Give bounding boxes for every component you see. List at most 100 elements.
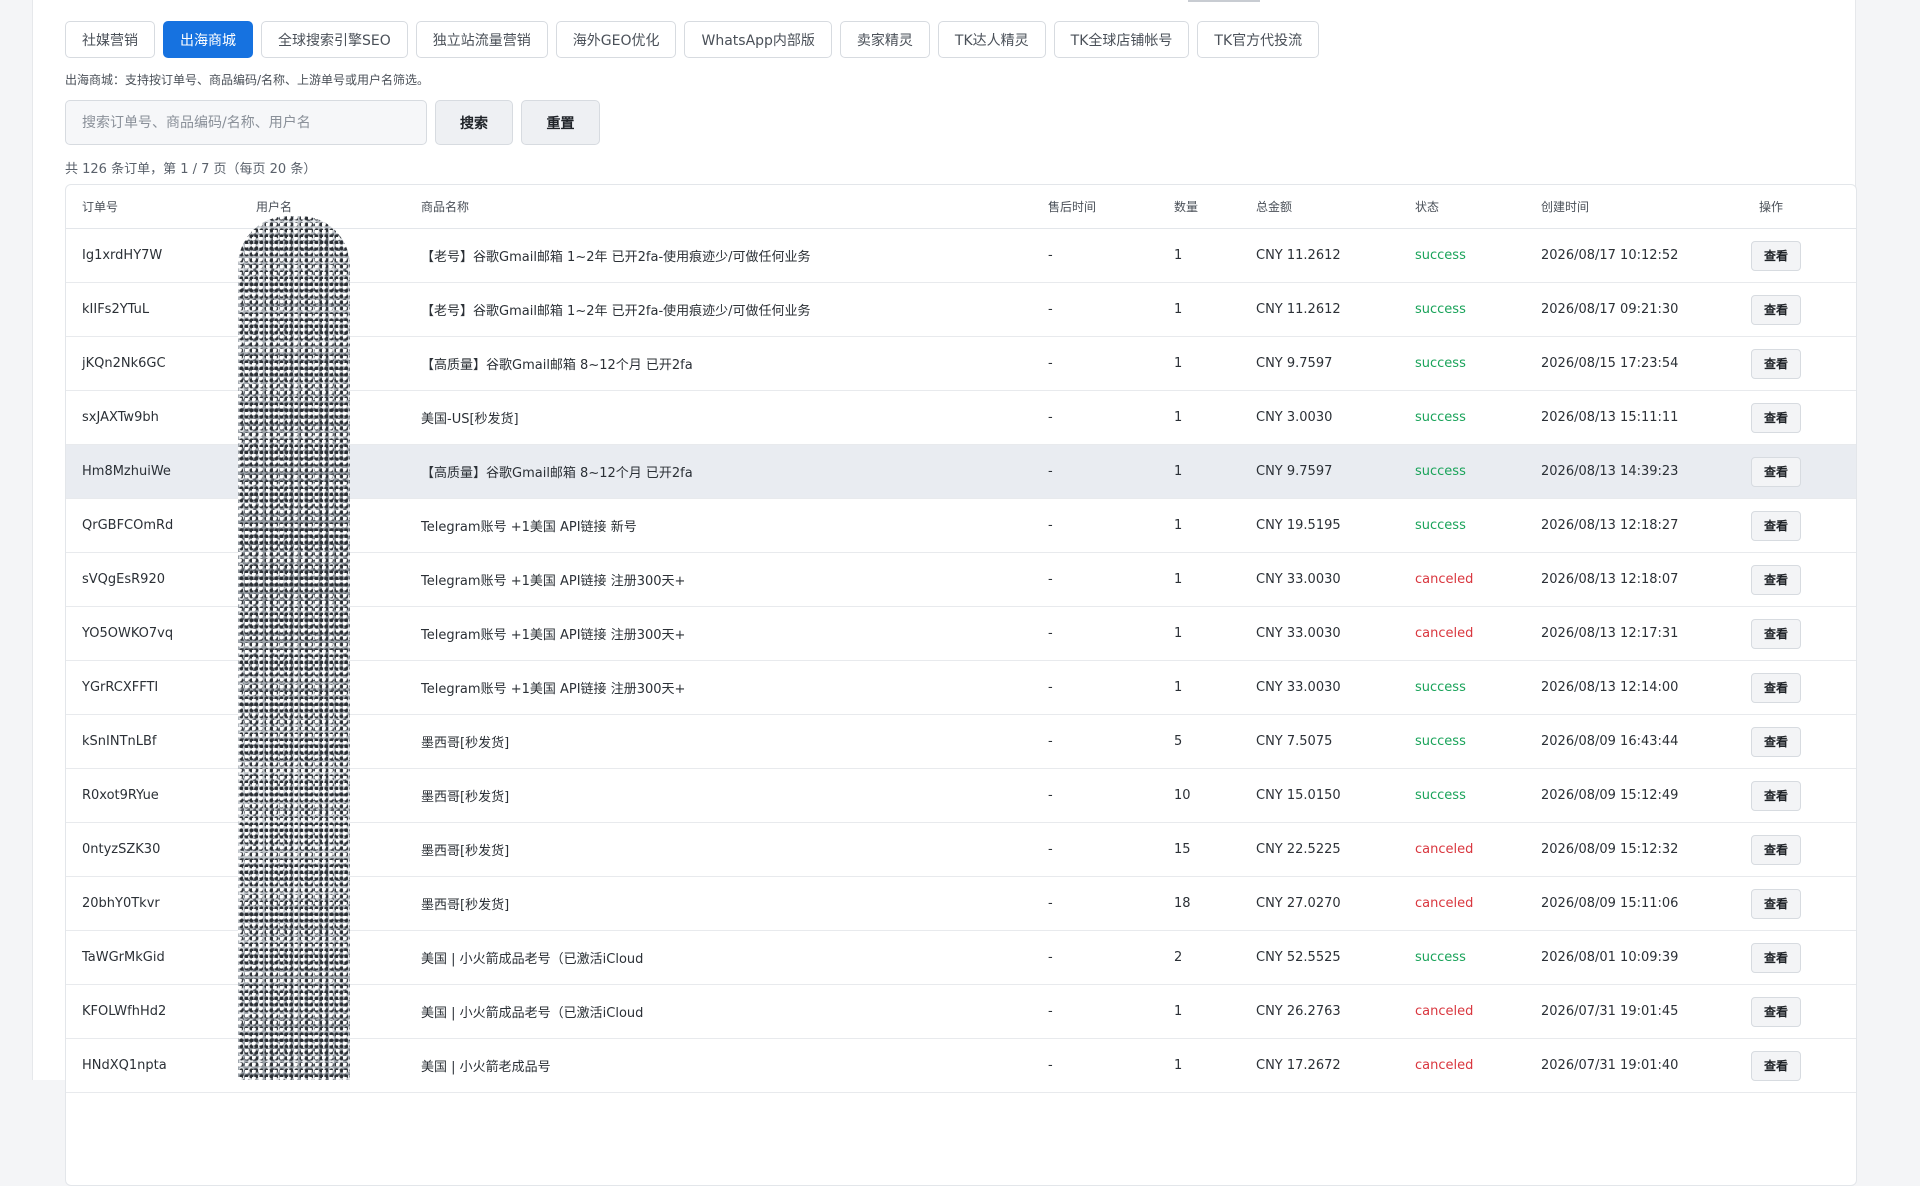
order-id: HNdXQ1npta: [66, 1038, 240, 1093]
order-id: TaWGrMkGid: [66, 930, 240, 985]
status-text: success: [1399, 660, 1525, 715]
quantity: 1: [1158, 390, 1240, 445]
created-time: 2026/08/09 15:11:06: [1525, 876, 1743, 931]
actions-cell: 查看: [1743, 336, 1856, 391]
view-button[interactable]: 查看: [1751, 240, 1801, 271]
created-time: 2026/08/13 12:18:27: [1525, 498, 1743, 553]
view-button[interactable]: 查看: [1751, 996, 1801, 1027]
created-time: 2026/08/09 15:12:32: [1525, 822, 1743, 877]
quantity: 1: [1158, 336, 1240, 391]
after-sale-time: -: [1032, 336, 1158, 391]
view-button[interactable]: 查看: [1751, 564, 1801, 595]
after-sale-time: -: [1032, 1038, 1158, 1093]
quantity: 1: [1158, 1038, 1240, 1093]
view-button[interactable]: 查看: [1751, 456, 1801, 487]
quantity: 5: [1158, 714, 1240, 769]
actions-cell: 查看: [1743, 444, 1856, 499]
tab-0[interactable]: 社媒营销: [65, 21, 155, 58]
product-name: 墨西哥[秒发货]: [405, 768, 1032, 823]
tab-6[interactable]: 卖家精灵: [839, 21, 930, 58]
tab-3[interactable]: 独立站流量营销: [415, 21, 548, 58]
view-button[interactable]: 查看: [1751, 402, 1801, 433]
search-button[interactable]: 搜索: [435, 100, 513, 145]
quantity: 18: [1158, 876, 1240, 931]
created-time: 2026/08/17 09:21:30: [1525, 282, 1743, 337]
tab-7[interactable]: TK达人精灵: [937, 21, 1046, 58]
column-header: 数量: [1158, 185, 1240, 229]
order-id: Ig1xrdHY7W: [66, 228, 240, 283]
created-time: 2026/08/13 15:11:11: [1525, 390, 1743, 445]
view-button[interactable]: 查看: [1751, 618, 1801, 649]
status-text: success: [1399, 228, 1525, 283]
view-button[interactable]: 查看: [1751, 726, 1801, 757]
after-sale-time: -: [1032, 984, 1158, 1039]
product-name: 【高质量】谷歌Gmail邮箱 8~12个月 已开2fa: [405, 336, 1032, 391]
view-button[interactable]: 查看: [1751, 672, 1801, 703]
quantity: 1: [1158, 228, 1240, 283]
tab-8[interactable]: TK全球店铺帐号: [1053, 21, 1190, 58]
created-time: 2026/08/13 14:39:23: [1525, 444, 1743, 499]
quantity: 1: [1158, 660, 1240, 715]
quantity: 1: [1158, 984, 1240, 1039]
order-id: sxJAXTw9bh: [66, 390, 240, 445]
product-name: 美国 | 小火箭成品老号（已激活iCloud: [405, 984, 1032, 1039]
status-text: success: [1399, 930, 1525, 985]
after-sale-time: -: [1032, 714, 1158, 769]
status-text: success: [1399, 336, 1525, 391]
view-button[interactable]: 查看: [1751, 834, 1801, 865]
created-time: 2026/08/01 10:09:39: [1525, 930, 1743, 985]
quantity: 1: [1158, 444, 1240, 499]
created-time: 2026/08/13 12:17:31: [1525, 606, 1743, 661]
view-button[interactable]: 查看: [1751, 888, 1801, 919]
total-amount: CNY 9.7597: [1240, 444, 1399, 499]
total-amount: CNY 22.5225: [1240, 822, 1399, 877]
after-sale-time: -: [1032, 228, 1158, 283]
quantity: 1: [1158, 498, 1240, 553]
after-sale-time: -: [1032, 876, 1158, 931]
tab-5[interactable]: WhatsApp内部版: [684, 21, 832, 58]
column-header: 售后时间: [1032, 185, 1158, 229]
total-amount: CNY 11.2612: [1240, 282, 1399, 337]
actions-cell: 查看: [1743, 282, 1856, 337]
quantity: 10: [1158, 768, 1240, 823]
total-amount: CNY 33.0030: [1240, 660, 1399, 715]
after-sale-time: -: [1032, 444, 1158, 499]
view-button[interactable]: 查看: [1751, 780, 1801, 811]
actions-cell: 查看: [1743, 930, 1856, 985]
product-name: 【老号】谷歌Gmail邮箱 1~2年 已开2fa-使用痕迹少/可做任何业务: [405, 282, 1032, 337]
view-button[interactable]: 查看: [1751, 294, 1801, 325]
column-header: 状态: [1399, 185, 1525, 229]
tab-2[interactable]: 全球搜索引擎SEO: [261, 21, 408, 58]
created-time: 2026/08/09 16:43:44: [1525, 714, 1743, 769]
search-input[interactable]: [65, 100, 427, 145]
after-sale-time: -: [1032, 822, 1158, 877]
tab-1[interactable]: 出海商城: [163, 21, 253, 58]
product-name: 【老号】谷歌Gmail邮箱 1~2年 已开2fa-使用痕迹少/可做任何业务: [405, 228, 1032, 283]
after-sale-time: -: [1032, 660, 1158, 715]
order-id: 20bhY0Tkvr: [66, 876, 240, 931]
column-header: 订单号: [66, 185, 240, 229]
total-amount: CNY 19.5195: [1240, 498, 1399, 553]
status-text: canceled: [1399, 984, 1525, 1039]
view-button[interactable]: 查看: [1751, 510, 1801, 541]
reset-button[interactable]: 重置: [521, 100, 600, 145]
view-button[interactable]: 查看: [1751, 1050, 1801, 1081]
tab-4[interactable]: 海外GEO优化: [555, 21, 677, 58]
total-amount: CNY 7.5075: [1240, 714, 1399, 769]
view-button[interactable]: 查看: [1751, 348, 1801, 379]
quantity: 1: [1158, 606, 1240, 661]
order-id: kIIFs2YTuL: [66, 282, 240, 337]
table-header: 订单号 用户名 商品名称 售后时间 数量 总金额 状态 创建时间 操作: [66, 185, 1856, 229]
actions-cell: 查看: [1743, 606, 1856, 661]
product-name: Telegram账号 +1美国 API链接 新号: [405, 498, 1032, 553]
after-sale-time: -: [1032, 606, 1158, 661]
after-sale-time: -: [1032, 552, 1158, 607]
view-button[interactable]: 查看: [1751, 942, 1801, 973]
product-name: 墨西哥[秒发货]: [405, 714, 1032, 769]
column-header: 操作: [1743, 185, 1856, 229]
status-text: canceled: [1399, 1038, 1525, 1093]
total-amount: CNY 15.0150: [1240, 768, 1399, 823]
product-name: Telegram账号 +1美国 API链接 注册300天+: [405, 606, 1032, 661]
product-name: 美国 | 小火箭成品老号（已激活iCloud: [405, 930, 1032, 985]
tab-9[interactable]: TK官方代投流: [1197, 21, 1320, 58]
